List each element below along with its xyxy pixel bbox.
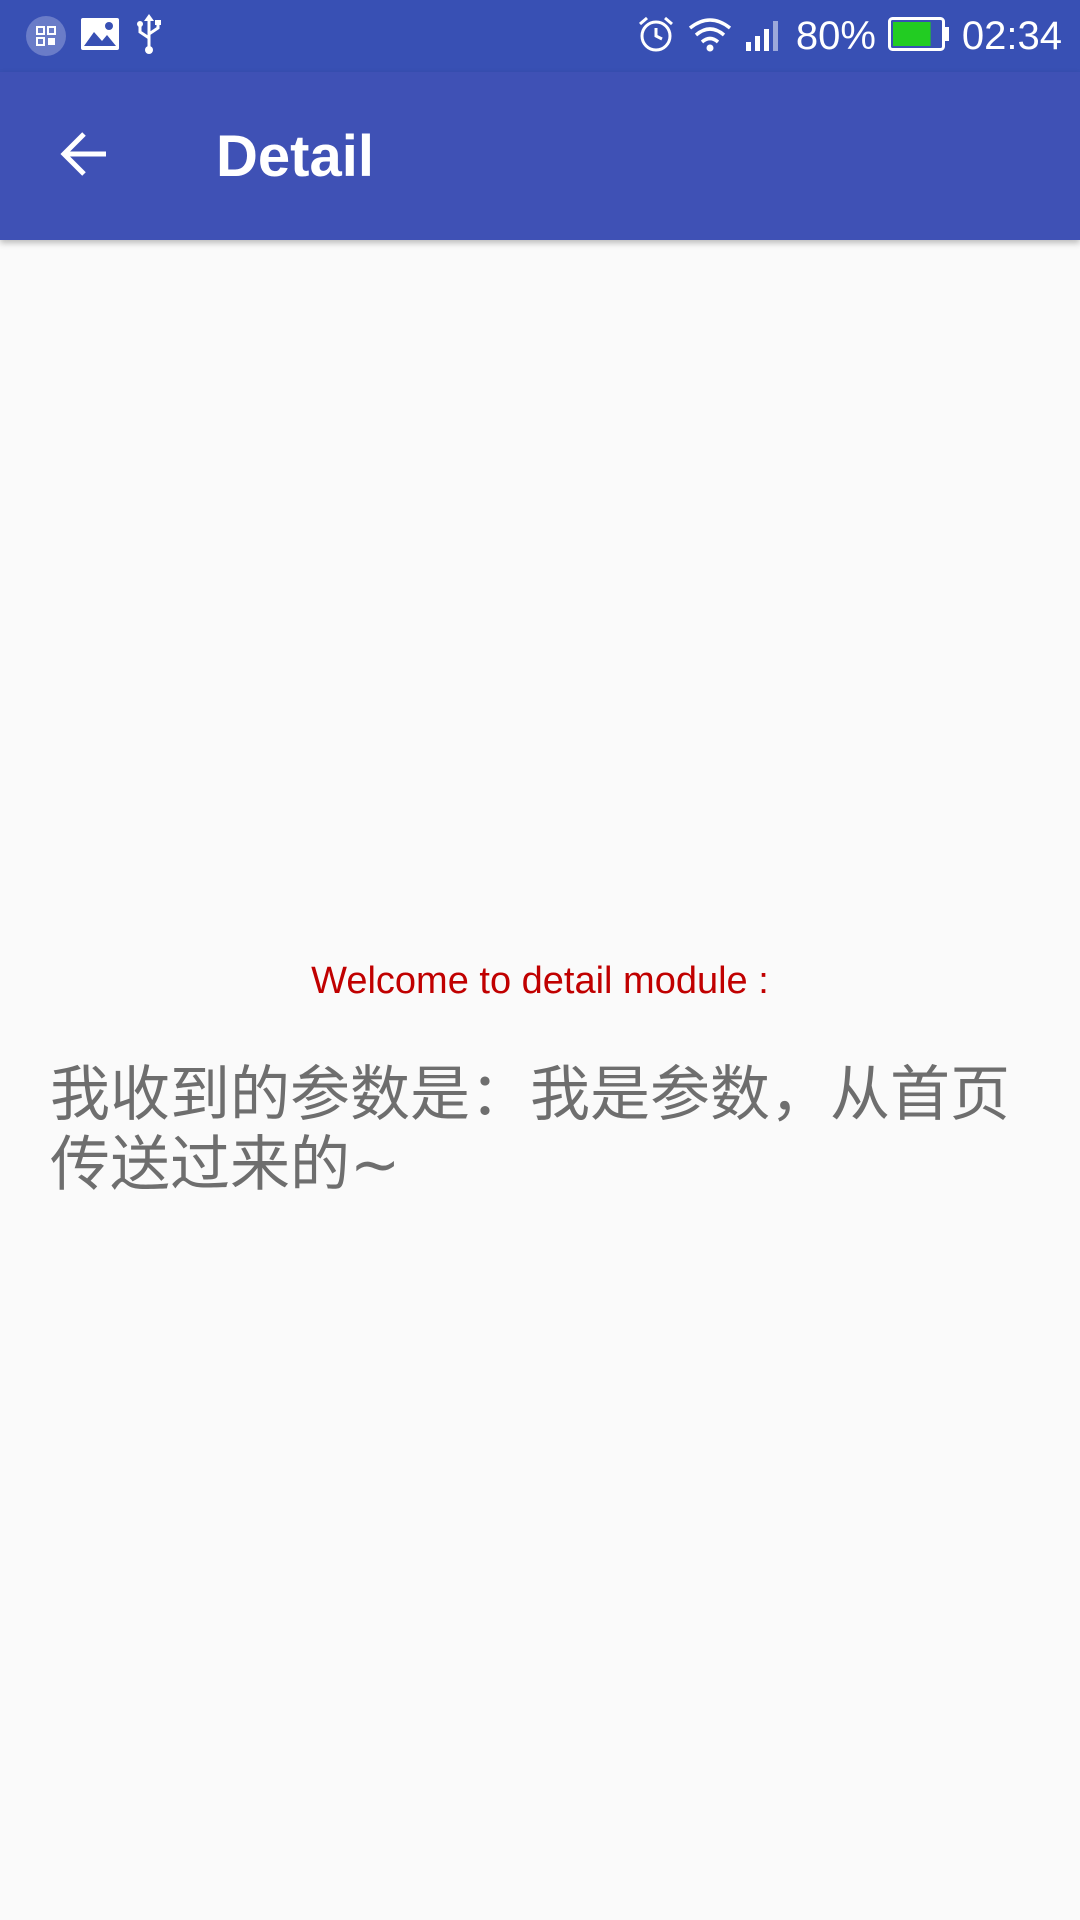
battery-fill: [892, 21, 931, 46]
status-time: 02:34: [961, 14, 1062, 58]
app-bar: Detail: [0, 72, 1080, 240]
status-bar: 80% 02:34: [0, 0, 1080, 72]
wifi-icon: [688, 16, 732, 57]
arrow-back-icon: [58, 128, 110, 185]
welcome-text: Welcome to detail module :: [311, 960, 769, 1002]
screenshot-notification-icon: [26, 16, 66, 56]
status-bar-left-icons: [26, 13, 164, 59]
alarm-icon: [636, 14, 676, 59]
image-notification-icon: [80, 17, 120, 56]
battery-percent: 80%: [795, 14, 876, 58]
param-text: 我收到的参数是：我是参数，从首页传送过来的~: [50, 1060, 1010, 1200]
back-button[interactable]: [36, 108, 132, 204]
signal-icon: [744, 16, 784, 57]
page-title: Detail: [216, 124, 374, 189]
status-bar-right-icons: 80% 02:34: [636, 10, 1062, 62]
usb-icon: [134, 13, 164, 59]
battery-icon: [887, 16, 950, 56]
